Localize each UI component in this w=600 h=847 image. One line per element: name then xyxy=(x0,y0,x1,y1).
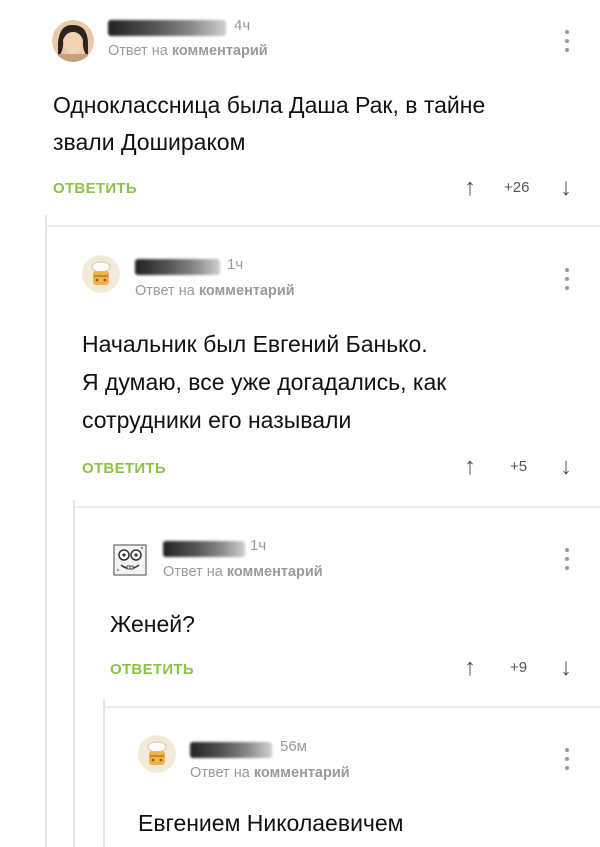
reply-button[interactable]: ОТВЕТИТЬ xyxy=(82,460,166,477)
reply-to-link[interactable]: Ответ на комментарий xyxy=(135,283,295,299)
comment-time: 1ч xyxy=(227,256,244,273)
thread-divider xyxy=(73,506,600,508)
reply-to-link[interactable]: Ответ на комментарий xyxy=(190,765,350,781)
username-blurred[interactable] xyxy=(190,742,272,758)
comment-time: 1ч xyxy=(250,537,267,554)
upvote-arrow-icon[interactable]: ↑ xyxy=(464,453,476,481)
user-avatar[interactable] xyxy=(52,20,94,62)
reply-to-link[interactable]: Ответ на комментарий xyxy=(108,43,268,59)
upvote-arrow-icon[interactable]: ↑ xyxy=(464,174,476,202)
thread-line-level-2 xyxy=(73,500,75,847)
vote-score: +9 xyxy=(510,659,528,676)
more-options-icon[interactable] xyxy=(564,748,570,775)
downvote-arrow-icon[interactable]: ↓ xyxy=(560,453,572,481)
username-blurred[interactable] xyxy=(135,259,220,275)
sponge-avatar-icon[interactable] xyxy=(112,542,148,578)
thread-line-level-3 xyxy=(103,700,105,847)
reply-to-target: комментарий xyxy=(171,43,268,59)
vote-controls: ↑ +5 ↓ xyxy=(460,453,580,485)
more-options-icon[interactable] xyxy=(564,30,570,57)
more-options-icon[interactable] xyxy=(564,548,570,575)
comment-time: 4ч xyxy=(234,17,251,34)
reply-to-target: комментарий xyxy=(253,765,350,781)
reply-button[interactable]: ОТВЕТИТЬ xyxy=(53,180,137,197)
more-options-icon[interactable] xyxy=(564,268,570,295)
username-blurred[interactable] xyxy=(163,541,245,557)
reply-to-prefix: Ответ на xyxy=(135,283,195,299)
default-avatar-icon[interactable] xyxy=(138,735,176,773)
thread-line-level-1 xyxy=(45,215,47,847)
reply-to-target: комментарий xyxy=(226,564,323,580)
downvote-arrow-icon[interactable]: ↓ xyxy=(560,654,572,682)
comment-text-line: Я думаю, все уже догадались, как xyxy=(82,369,447,395)
reply-to-prefix: Ответ на xyxy=(190,765,250,781)
vote-score: +26 xyxy=(504,179,530,196)
username-blurred[interactable] xyxy=(108,20,226,36)
reply-to-prefix: Ответ на xyxy=(108,43,168,59)
vote-controls: ↑ +26 ↓ xyxy=(460,174,580,206)
comment-text-line: Евгением Николаевичем xyxy=(138,810,404,836)
comment-text-line: звали Дошираком xyxy=(53,129,246,155)
reply-to-link[interactable]: Ответ на комментарий xyxy=(163,564,323,580)
reply-to-prefix: Ответ на xyxy=(163,564,223,580)
comment-time: 56м xyxy=(280,738,307,755)
thread-divider xyxy=(103,706,600,708)
reply-button[interactable]: ОТВЕТИТЬ xyxy=(110,661,194,678)
vote-score: +5 xyxy=(510,458,528,475)
comment-text-line: Одноклассница была Даша Рак, в тайне xyxy=(53,92,486,118)
thread-divider xyxy=(45,225,600,227)
downvote-arrow-icon[interactable]: ↓ xyxy=(560,174,572,202)
upvote-arrow-icon[interactable]: ↑ xyxy=(464,654,476,682)
comment-text-line: сотрудники его называли xyxy=(82,407,352,433)
comment-text-line: Женей? xyxy=(110,611,195,637)
vote-controls: ↑ +9 ↓ xyxy=(460,654,580,686)
comment-text-line: Начальник был Евгений Банько. xyxy=(82,331,428,357)
reply-to-target: комментарий xyxy=(198,283,295,299)
default-avatar-icon[interactable] xyxy=(82,255,120,293)
